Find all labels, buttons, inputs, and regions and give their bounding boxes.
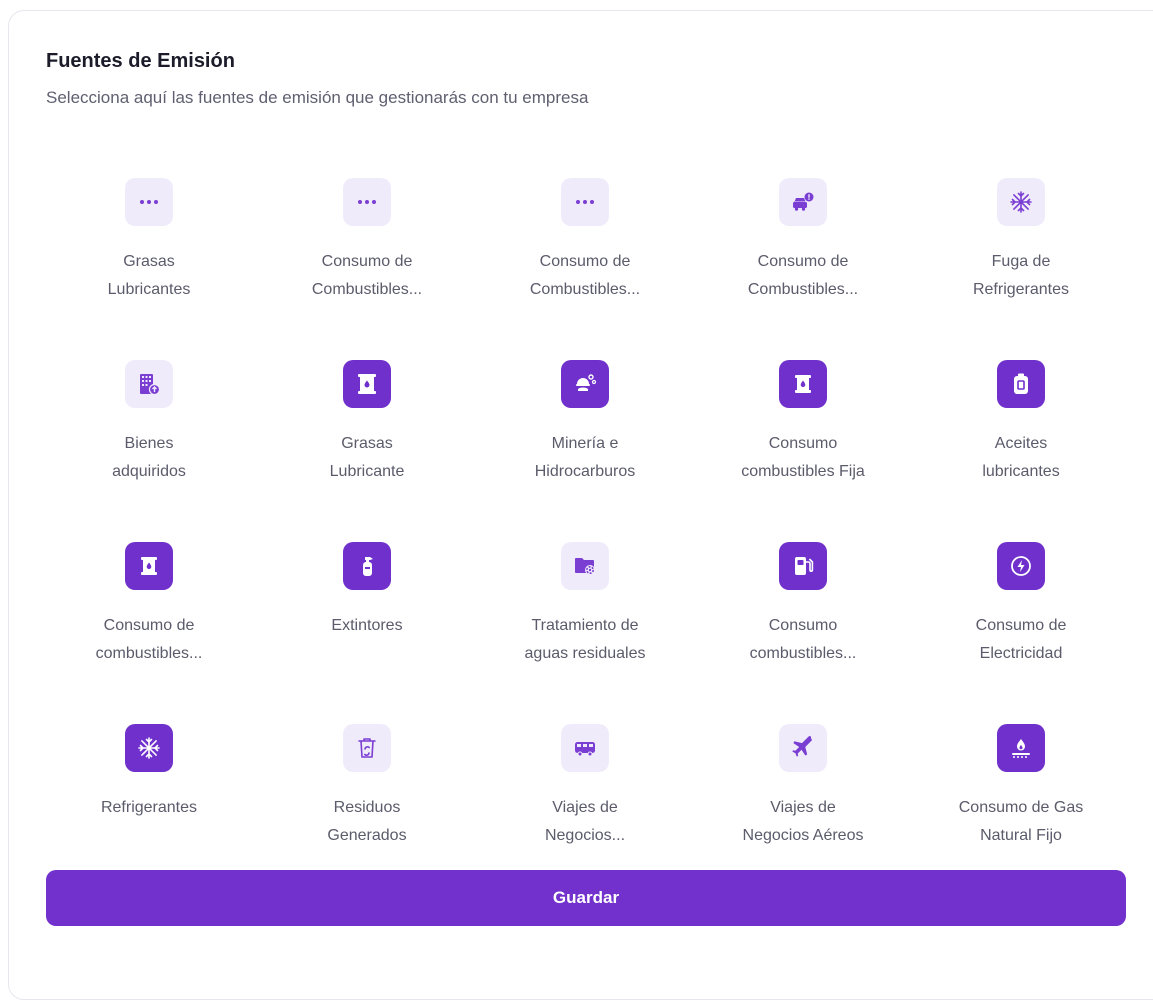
emission-source-item[interactable]: Consumo de Combustibles...: [258, 178, 476, 360]
emission-source-label: Grasas Lubricantes: [107, 253, 191, 298]
gas-flame-icon[interactable]: [997, 724, 1045, 772]
emission-source-item[interactable]: Consumo de Combustibles...: [476, 178, 694, 360]
page-title: Fuentes de Emisión: [46, 50, 235, 72]
emission-source-item[interactable]: Minería e Hidrocarburos: [476, 360, 694, 542]
car-alert-icon[interactable]: [779, 178, 827, 226]
emission-source-item[interactable]: Grasas Lubricantes: [40, 178, 258, 360]
emission-source-label: Bienes adquiridos: [112, 435, 186, 480]
emission-source-label: Viajes de Negocios Aéreos: [742, 799, 864, 844]
emission-source-label: Grasas Lubricante: [329, 435, 405, 480]
emission-source-item[interactable]: Aceites lubricantes: [912, 360, 1130, 542]
emission-source-label: Consumo de Combustibles...: [529, 253, 641, 298]
emission-source-label: Aceites lubricantes: [982, 435, 1060, 480]
emission-source-item[interactable]: Consumo de Combustibles...: [694, 178, 912, 360]
emission-source-item[interactable]: Tratamiento de aguas residuales: [476, 542, 694, 724]
emission-source-item[interactable]: Consumo combustibles Fija: [694, 360, 912, 542]
emission-source-label: Refrigerantes: [100, 799, 198, 816]
save-button[interactable]: Guardar: [46, 870, 1126, 926]
folder-gear-icon[interactable]: [561, 542, 609, 590]
emission-source-item[interactable]: Consumo combustibles...: [694, 542, 912, 724]
snowflake-icon[interactable]: [125, 724, 173, 772]
emission-source-label: Consumo combustibles...: [749, 617, 857, 662]
gas-pump-icon[interactable]: [779, 542, 827, 590]
emission-source-item[interactable]: Extintores: [258, 542, 476, 724]
emission-source-label: Consumo de Combustibles...: [747, 253, 859, 298]
emission-source-label: Residuos Generados: [327, 799, 407, 844]
recycle-bin-icon[interactable]: [343, 724, 391, 772]
emission-source-label: Minería e Hidrocarburos: [534, 435, 636, 480]
emission-source-label: Tratamiento de aguas residuales: [524, 617, 646, 662]
emission-source-label: Consumo de Gas Natural Fijo: [958, 799, 1084, 844]
emission-source-label: Consumo de combustibles...: [95, 617, 203, 662]
emission-source-item[interactable]: Consumo de combustibles...: [40, 542, 258, 724]
emission-source-label: Fuga de Refrigerantes: [972, 253, 1070, 298]
more-dots-icon[interactable]: [561, 178, 609, 226]
oil-barrel-icon[interactable]: [343, 360, 391, 408]
emission-source-label: Extintores: [331, 617, 403, 634]
page-subtitle: Selecciona aquí las fuentes de emisión q…: [46, 88, 589, 107]
more-dots-icon[interactable]: [125, 178, 173, 226]
oil-canister-icon[interactable]: [997, 360, 1045, 408]
emission-sources-grid: Grasas Lubricantes Consumo de Combustible…: [40, 178, 1140, 906]
airplane-icon[interactable]: [779, 724, 827, 772]
more-dots-icon[interactable]: [343, 178, 391, 226]
emission-source-item[interactable]: Grasas Lubricante: [258, 360, 476, 542]
emission-source-label: Consumo combustibles Fija: [741, 435, 865, 480]
emission-source-label: Viajes de Negocios...: [544, 799, 626, 844]
mining-worker-icon[interactable]: [561, 360, 609, 408]
bus-icon[interactable]: [561, 724, 609, 772]
emission-source-label: Consumo de Combustibles...: [311, 253, 423, 298]
emission-source-item[interactable]: Consumo de Electricidad: [912, 542, 1130, 724]
emission-source-item[interactable]: Fuga de Refrigerantes: [912, 178, 1130, 360]
fire-extinguisher-icon[interactable]: [343, 542, 391, 590]
emission-source-label: Consumo de Electricidad: [975, 617, 1067, 662]
emission-source-item[interactable]: Bienes adquiridos: [40, 360, 258, 542]
fuel-barrel-icon[interactable]: [779, 360, 827, 408]
building-upload-icon[interactable]: [125, 360, 173, 408]
fuel-barrel-icon[interactable]: [125, 542, 173, 590]
electricity-bolt-icon[interactable]: [997, 542, 1045, 590]
snowflake-icon[interactable]: [997, 178, 1045, 226]
